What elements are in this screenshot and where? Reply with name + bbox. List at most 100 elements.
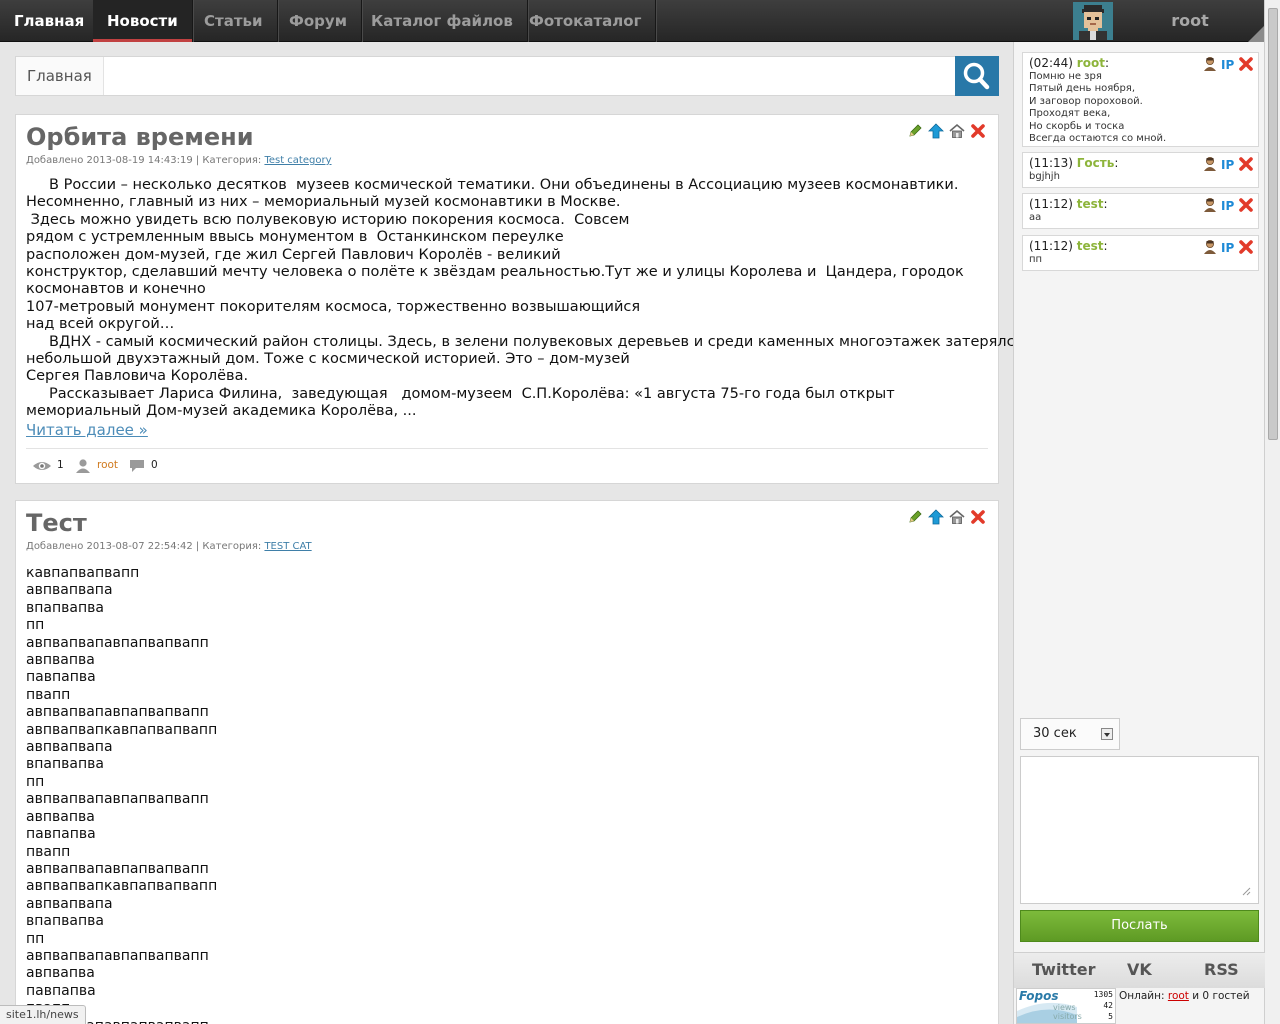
avatar[interactable]: [1073, 2, 1113, 40]
chat-time: (11:13): [1029, 156, 1073, 170]
search-input[interactable]: [98, 57, 955, 95]
nav-item-photo-catalog[interactable]: Фотокаталог: [515, 0, 657, 42]
nav-item-home[interactable]: Главная: [0, 0, 100, 42]
article-line: авпвапвапа: [26, 895, 113, 912]
resize-handle-icon[interactable]: [1241, 886, 1251, 896]
counter-logo: Fopos: [1019, 989, 1059, 1003]
counter-value: 5: [1108, 1012, 1113, 1021]
category-link[interactable]: TEST CAT: [264, 541, 311, 552]
page-scrollbar[interactable]: [1264, 0, 1280, 1024]
search-button[interactable]: [955, 56, 999, 96]
article-line: авпвапва: [26, 808, 95, 825]
ip-icon[interactable]: IP: [1220, 197, 1236, 213]
user-icon: [76, 459, 90, 473]
chat-message-input[interactable]: [1020, 756, 1259, 904]
chat-nick-link[interactable]: root: [1077, 56, 1105, 70]
article-title[interactable]: Орбита времени: [26, 123, 254, 151]
home-icon[interactable]: [949, 509, 965, 525]
divider: [26, 448, 988, 449]
user-profile-icon[interactable]: [1202, 197, 1218, 213]
article-line: павпапва: [26, 669, 96, 686]
chat-message: (11:12) test: пп IP: [1022, 235, 1259, 271]
article-line: пвапп: [26, 1000, 988, 1017]
article-line: авпвапвапа: [26, 739, 113, 756]
chat-message: (11:13) Гость: bgjhjh IP: [1022, 152, 1259, 188]
news-article: Тест Добавлено 2013-08-07 22:54:42 | Кат…: [15, 500, 999, 1024]
user-profile-icon[interactable]: [1202, 156, 1218, 172]
svg-text:IP: IP: [1221, 58, 1234, 72]
home-icon[interactable]: [949, 123, 965, 139]
comment-icon: [130, 460, 144, 472]
author-link[interactable]: root: [97, 459, 118, 471]
article-line: пп: [26, 617, 45, 634]
ip-icon[interactable]: IP: [1220, 56, 1236, 72]
rss-link[interactable]: RSS: [1204, 953, 1239, 987]
counter-visitors-label: visitors: [1053, 1012, 1082, 1021]
online-user-link[interactable]: root: [1168, 990, 1189, 1002]
nav-item-file-catalog[interactable]: Каталог файлов: [357, 0, 528, 42]
delete-icon[interactable]: [1238, 197, 1254, 213]
delete-icon[interactable]: [1238, 56, 1254, 72]
social-links: Twitter VK RSS: [1014, 952, 1265, 988]
arrow-up-icon[interactable]: [927, 509, 944, 525]
article-paragraph: космонавтов и конечно: [26, 281, 206, 298]
article-meta: Добавлено 2013-08-07 22:54:42 | Категори…: [26, 541, 312, 552]
article-paragraph: конструктор, сделавший мечту человека о …: [26, 264, 964, 281]
chat-message-tools: IP: [1200, 239, 1254, 255]
vk-link[interactable]: VK: [1127, 953, 1152, 987]
article-text: кавпапвапвапп авпвапвапа впапвапва пп авпвап…: [26, 565, 988, 1024]
chat-message-text: Помню не зря Пятый день ноября, И загово…: [1029, 71, 1167, 145]
online-guests: и 0 гостей: [1192, 990, 1250, 1002]
ip-icon[interactable]: IP: [1220, 239, 1236, 255]
article-admin-tools: [907, 509, 986, 525]
article-date: Добавлено 2013-08-19 14:43:19 | Категори…: [26, 155, 262, 166]
article-line: кавпапвапвапп: [26, 565, 140, 581]
browser-status-url: site1.lh/news: [0, 1005, 86, 1024]
sidebar-chat: (02:44) root: Помню не зря Пятый день ноя…: [1013, 42, 1265, 1024]
send-button[interactable]: Послать: [1020, 910, 1259, 942]
article-paragraph: расположен дом-музей, где жил Сергей Пав…: [26, 246, 561, 263]
refresh-interval-select[interactable]: 30 сек: [1020, 718, 1120, 750]
comments-count[interactable]: 0: [151, 459, 158, 471]
user-profile-icon[interactable]: [1202, 56, 1218, 72]
nav-item-forum[interactable]: Форум: [275, 0, 362, 42]
article-line: впапвапва: [26, 913, 104, 930]
refresh-interval-value: 30 сек: [1033, 726, 1077, 741]
edit-icon[interactable]: [907, 509, 923, 525]
breadcrumb[interactable]: Главная: [16, 57, 104, 95]
chat-nick-link[interactable]: test: [1077, 239, 1104, 253]
delete-icon[interactable]: [970, 123, 986, 139]
twitter-link[interactable]: Twitter: [1032, 953, 1095, 987]
article-paragraph: над всей округой…: [26, 316, 175, 333]
ip-icon[interactable]: IP: [1220, 156, 1236, 172]
nav-item-articles[interactable]: Статьи: [190, 0, 278, 42]
article-paragraph: Здесь можно увидеть всю полувековую исто…: [26, 211, 630, 228]
user-menu[interactable]: root: [1128, 0, 1252, 42]
chat-nick-link[interactable]: Гость: [1077, 156, 1115, 170]
read-more-link[interactable]: Читать далее »: [26, 421, 148, 439]
article-line: впапвапва: [26, 756, 104, 773]
chat-time: (02:44): [1029, 56, 1073, 70]
scrollbar-thumb[interactable]: [1268, 8, 1278, 440]
article-title[interactable]: Тест: [26, 509, 87, 537]
article-paragraph: Рассказывает Лариса Филина, заведующая д…: [26, 385, 895, 402]
article-line: авпвапвапавпапвапвапп: [26, 947, 209, 964]
chat-nick-link[interactable]: test: [1077, 197, 1104, 211]
user-profile-icon[interactable]: [1202, 239, 1218, 255]
article-paragraph: В России – несколько десятков музеев кос…: [26, 177, 959, 193]
corner-fold-icon: [1248, 26, 1264, 42]
delete-icon[interactable]: [970, 509, 986, 525]
chat-message-tools: IP: [1200, 56, 1254, 72]
article-paragraph: небольшой двухэтажный дом. Тоже с космич…: [26, 351, 630, 368]
article-line: авпвапвапавпапвапвапп: [26, 860, 209, 877]
nav-item-news[interactable]: Новости: [93, 0, 193, 42]
arrow-up-icon[interactable]: [927, 123, 944, 139]
views-count: 1: [57, 459, 64, 471]
category-link[interactable]: Test category: [264, 155, 331, 166]
edit-icon[interactable]: [907, 123, 923, 139]
article-meta: Добавлено 2013-08-19 14:43:19 | Категори…: [26, 155, 332, 166]
delete-icon[interactable]: [1238, 156, 1254, 172]
article-line: павпапва: [26, 982, 96, 999]
delete-icon[interactable]: [1238, 239, 1254, 255]
visit-counter[interactable]: Fopos views visitors 1305 42 5: [1016, 988, 1116, 1024]
